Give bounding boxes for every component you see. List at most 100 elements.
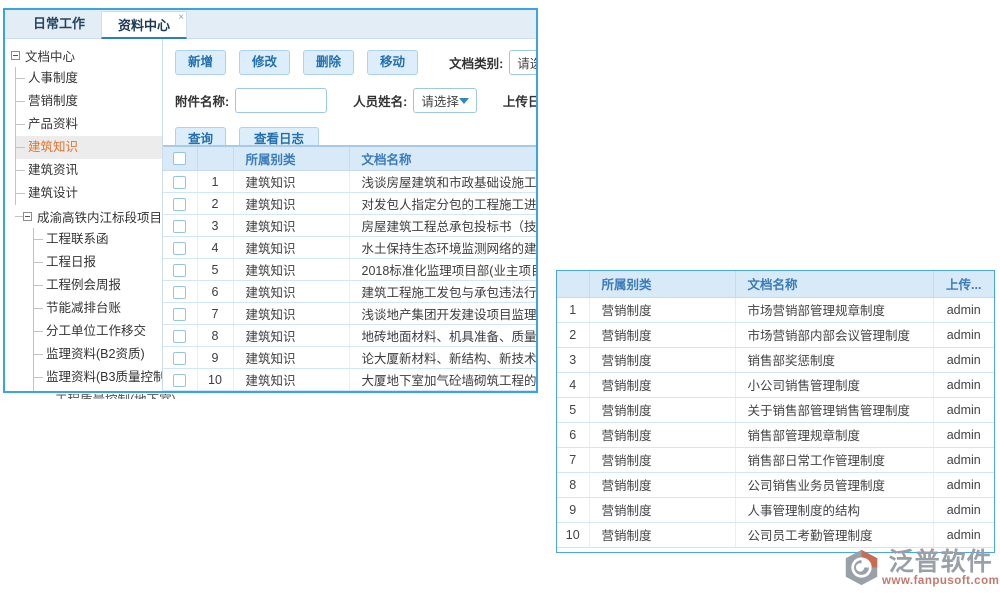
row-uploader: admin [933, 472, 994, 497]
table-row[interactable]: 3 营销制度 销售部奖惩制度 admin [557, 347, 994, 372]
row-index: 7 [557, 447, 589, 472]
tree-item-project-doc[interactable]: 工程日报 [34, 251, 162, 274]
tree-item-project-doc[interactable]: 监理资料(B2资质) [34, 343, 162, 366]
tree-item-project-doc[interactable]: 分工单位工作移交 [34, 320, 162, 343]
collapse-icon[interactable] [11, 51, 20, 60]
person-name-value: 请选择 [421, 91, 459, 110]
action-button[interactable]: 修改 [239, 50, 290, 75]
doc-category-select[interactable]: 请选择 [509, 50, 536, 75]
table-row[interactable]: 7 建筑知识 浅谈地产集团开发建设项目监理规划编... [163, 303, 536, 325]
table-row[interactable]: 5 建筑知识 2018标准化监理项目部(业主项目部)人员... [163, 259, 536, 281]
select-all-checkbox[interactable] [173, 152, 186, 165]
row-checkbox[interactable] [173, 264, 186, 277]
row-category: 营销制度 [589, 297, 735, 322]
row-checkbox[interactable] [173, 286, 186, 299]
row-checkbox[interactable] [173, 220, 186, 233]
doc-category-value: 请选择 [517, 53, 536, 72]
tab-bar: 日常工作 资料中心 × [5, 10, 536, 39]
row-doc-name: 浅谈房屋建筑和市政基础设施工程施工... [349, 171, 536, 193]
table-row[interactable]: 7 营销制度 销售部日常工作管理制度 admin [557, 447, 994, 472]
person-name-select[interactable]: 请选择 [413, 88, 477, 113]
row-checkbox[interactable] [173, 308, 186, 321]
table-row[interactable]: 8 建筑知识 地砖地面材料、机具准备、质量要求及... [163, 325, 536, 347]
tree-item-project-doc[interactable]: 节能减排台账 [34, 297, 162, 320]
table-row[interactable]: 6 营销制度 销售部管理规章制度 admin [557, 422, 994, 447]
tab-data-center[interactable]: 资料中心 × [101, 11, 187, 39]
table-row[interactable]: 9 营销制度 人事管理制度的结构 admin [557, 497, 994, 522]
row-index: 8 [557, 472, 589, 497]
table-row[interactable]: 2 营销制度 市场营销部内部会议管理制度 admin [557, 322, 994, 347]
row-category: 建筑知识 [233, 193, 349, 215]
document-table: 所属别类 文档名称 1 建筑知识 浅谈房屋建筑和市政基础设施工程施工... [163, 145, 536, 392]
table-row[interactable]: 3 建筑知识 房屋建筑工程总承包投标书（技术标）... [163, 215, 536, 237]
tree-item-project-doc[interactable]: 工程例会周报 [34, 274, 162, 297]
row-category: 建筑知识 [233, 237, 349, 259]
row-checkbox[interactable] [173, 374, 186, 387]
table-row[interactable]: 10 营销制度 公司员工考勤管理制度 admin [557, 522, 994, 547]
row-checkbox[interactable] [173, 176, 186, 189]
table-row[interactable]: 4 营销制度 小公司销售管理制度 admin [557, 372, 994, 397]
attachment-name-label: 附件名称: [175, 91, 229, 110]
tree-item-category[interactable]: 建筑资讯 [16, 159, 162, 182]
chevron-down-icon [459, 98, 469, 104]
tab-data-center-label: 资料中心 [118, 18, 170, 33]
row-doc-name: 房屋建筑工程总承包投标书（技术标）... [349, 215, 536, 237]
tree-node-document-center[interactable]: 文档中心 [5, 44, 162, 67]
close-icon[interactable]: × [178, 13, 184, 23]
row-doc-name: 大厦地下室加气砼墙砌筑工程的施工方... [349, 369, 536, 391]
tree-item-project-doc[interactable]: 监理资料(B4质量控制) [34, 389, 162, 391]
table-row[interactable]: 2 建筑知识 对发包人指定分包的工程施工进度安排... [163, 193, 536, 215]
table-row[interactable]: 1 建筑知识 浅谈房屋建筑和市政基础设施工程施工... [163, 171, 536, 193]
row-category: 建筑知识 [233, 171, 349, 193]
table-row[interactable]: 6 建筑知识 建筑工程施工发包与承包违法行为认定... [163, 281, 536, 303]
doc-name-column-header: 文档名称 [349, 147, 536, 171]
row-doc-name: 建筑工程施工发包与承包违法行为认定... [349, 281, 536, 303]
row-doc-name: 销售部管理规章制度 [735, 422, 933, 447]
action-button[interactable]: 移动 [367, 50, 418, 75]
row-checkbox[interactable] [173, 198, 186, 211]
row-doc-name: 销售部奖惩制度 [735, 347, 933, 372]
table-row[interactable]: 1 营销制度 市场营销部管理规章制度 admin [557, 297, 994, 322]
action-button[interactable]: 新增 [175, 50, 226, 75]
tree-item-category[interactable]: 人事制度 [16, 67, 162, 90]
row-doc-name: 关于销售部管理销售管理制度 [735, 397, 933, 422]
doc-category-label: 文档类别: [449, 53, 503, 72]
tree-node-project[interactable]: 成渝高铁内江标段项目 [15, 205, 162, 228]
table-row[interactable]: 4 建筑知识 水土保持生态环境监测网络的建设与资... [163, 237, 536, 259]
row-checkbox[interactable] [173, 352, 186, 365]
row-category: 营销制度 [589, 422, 735, 447]
action-button[interactable]: 删除 [303, 50, 354, 75]
collapse-icon[interactable] [23, 212, 32, 221]
document-list-panel: 新增修改删除移动 文档类别: 请选择 文档 附件名称: 人员姓名: 请选择 [163, 39, 536, 391]
row-doc-name: 2018标准化监理项目部(业主项目部)人员... [349, 259, 536, 281]
tab-daily-work[interactable]: 日常工作 [17, 10, 101, 38]
table-row[interactable]: 8 营销制度 公司销售业务员管理制度 admin [557, 472, 994, 497]
attachment-name-input[interactable] [235, 88, 327, 113]
tree-item-category[interactable]: 建筑设计 [16, 182, 162, 205]
person-name-label: 人员姓名: [353, 91, 407, 110]
row-category: 营销制度 [589, 472, 735, 497]
row-checkbox[interactable] [173, 330, 186, 343]
table-row[interactable]: 5 营销制度 关于销售部管理销售管理制度 admin [557, 397, 994, 422]
tree-item-category[interactable]: 建筑知识 [16, 136, 162, 159]
row-doc-name: 市场营销部管理规章制度 [735, 297, 933, 322]
tree-item-project-doc[interactable]: 工程联系函 [34, 228, 162, 251]
doc-name-column-header: 文档名称 [735, 271, 933, 297]
uploader-column-header: 上传... [933, 271, 994, 297]
row-doc-name: 市场营销部内部会议管理制度 [735, 322, 933, 347]
tree-item-category[interactable]: 营销制度 [16, 90, 162, 113]
row-index: 10 [197, 369, 233, 391]
row-index: 2 [557, 322, 589, 347]
row-category: 营销制度 [589, 347, 735, 372]
tree-item-project-doc[interactable]: 监理资料(B3质量控制) [34, 366, 162, 389]
row-index: 5 [557, 397, 589, 422]
row-index: 3 [557, 347, 589, 372]
row-checkbox[interactable] [173, 242, 186, 255]
table-row[interactable]: 9 建筑知识 论大厦新材料、新结构、新技术，新工... [163, 347, 536, 369]
tree-item-category[interactable]: 产品资料 [16, 113, 162, 136]
table-row[interactable]: 10 建筑知识 大厦地下室加气砼墙砌筑工程的施工方... [163, 369, 536, 391]
tree-project-list: 工程联系函工程日报工程例会周报节能减排台账分工单位工作移交监理资料(B2资质)监… [33, 228, 162, 391]
document-center-window: 日常工作 资料中心 × 文档中心 人事制度营销制度产品资料建筑知识建筑资讯建筑设… [3, 8, 538, 393]
row-doc-name: 论大厦新材料、新结构、新技术，新工... [349, 347, 536, 369]
row-index: 1 [557, 297, 589, 322]
